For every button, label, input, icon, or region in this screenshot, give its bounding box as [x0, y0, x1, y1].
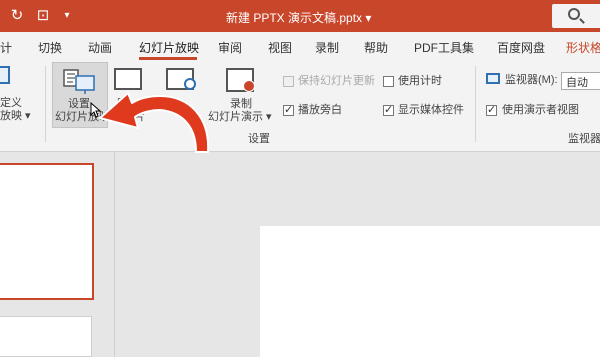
tab-shape-format[interactable]: 形状格	[566, 39, 600, 56]
slide-thumbnail[interactable]	[0, 316, 92, 357]
show-media-controls-checkbox[interactable]	[383, 103, 394, 116]
group-divider	[45, 66, 46, 142]
tab-help[interactable]: 帮助	[364, 39, 388, 56]
custom-show-icon	[0, 66, 10, 84]
presenter-view-checkbox[interactable]	[486, 103, 497, 116]
search-box[interactable]	[552, 4, 600, 28]
group-monitor-label: 监视器	[568, 133, 600, 145]
group-divider	[475, 66, 476, 142]
slide-canvas[interactable]	[260, 226, 600, 357]
tab-transitions[interactable]: 切换	[38, 39, 62, 56]
tab-view[interactable]: 视图	[268, 39, 292, 56]
use-timings-checkbox[interactable]	[383, 76, 394, 87]
custom-show-line1[interactable]: 定义	[0, 97, 22, 110]
tab-pdf-tools[interactable]: PDF工具集	[414, 39, 474, 56]
monitor-label: 监视器(M):	[505, 74, 558, 86]
mouse-cursor-icon	[90, 102, 102, 118]
setup-slideshow-icon	[63, 69, 95, 94]
title-bar: ↻ ⊡ ▾ 新建 PPTX 演示文稿.pptx ▾	[0, 0, 600, 32]
play-narrations-label: 播放旁白	[298, 104, 342, 116]
monitor-icon	[486, 73, 500, 84]
monitor-select-value: 自动	[566, 77, 588, 89]
undo-icon[interactable]: ↻	[8, 7, 26, 25]
tab-record[interactable]: 录制	[315, 39, 339, 56]
presenter-view-label: 使用演示者视图	[502, 104, 579, 116]
show-media-controls-label: 显示媒体控件	[398, 104, 464, 116]
hide-slide-line2[interactable]: 幻灯片	[112, 111, 145, 124]
tab-baidu-netdisk[interactable]: 百度网盘	[497, 39, 545, 56]
record-line2[interactable]: 幻灯片演示 ▾	[208, 111, 272, 124]
record-line1[interactable]: 录制	[230, 98, 252, 111]
custom-show-line2[interactable]: 放映 ▾	[0, 110, 31, 123]
use-timings-label: 使用计时	[398, 75, 442, 87]
tab-animations[interactable]: 动画	[88, 39, 112, 56]
quick-access-icon[interactable]: ⊡	[34, 7, 52, 25]
play-narrations-checkbox[interactable]	[283, 103, 294, 116]
slide-thumbnail-selected[interactable]	[0, 163, 94, 300]
ribbon-tabs: 计 切换 动画 幻灯片放映 审阅 视图 录制 帮助 PDF工具集 百度网盘 形状…	[0, 32, 600, 60]
document-title: 新建 PPTX 演示文稿.pptx ▾	[226, 11, 372, 25]
hide-slide-line1[interactable]: 隐	[117, 98, 128, 111]
tab-slide-show[interactable]: 幻灯片放映	[139, 39, 199, 56]
tab-design[interactable]: 计	[0, 39, 12, 56]
clock-icon	[184, 78, 196, 90]
monitor-select[interactable]: 自动	[561, 72, 600, 90]
hide-slide-icon	[114, 68, 142, 90]
tab-review[interactable]: 审阅	[218, 39, 242, 56]
setup-show-line1: 设置	[68, 98, 90, 110]
group-setup-label: 设置	[248, 133, 270, 145]
keep-updated-checkbox	[283, 76, 294, 87]
keep-updated-label: 保持幻灯片更新	[298, 75, 375, 87]
rehearse-timings-icon[interactable]	[166, 68, 196, 90]
chevron-down-icon[interactable]: ▾	[58, 7, 76, 25]
search-icon	[568, 8, 580, 20]
record-slide-show-icon	[226, 68, 255, 92]
